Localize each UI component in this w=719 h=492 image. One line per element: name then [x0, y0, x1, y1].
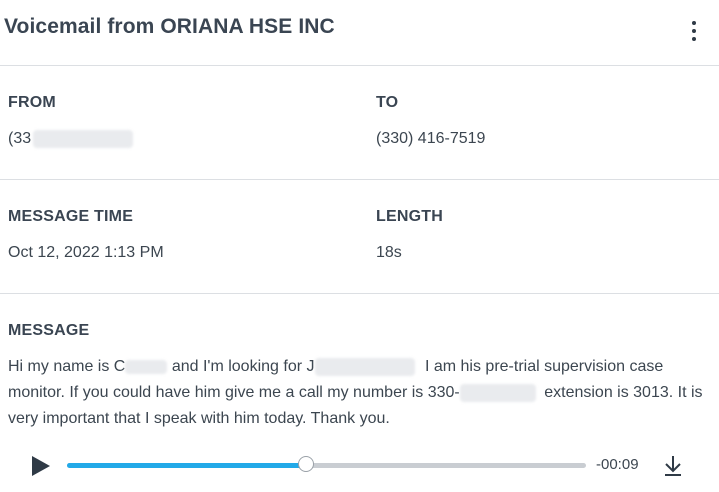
length-label: LENGTH — [376, 208, 443, 225]
message-time-label: MESSAGE TIME — [8, 208, 134, 225]
download-icon[interactable] — [662, 454, 684, 478]
from-to-section: FROM (33 TO (330) 416-7519 — [0, 66, 719, 180]
voicemail-header: Voicemail from ORIANA HSE INC — [0, 0, 719, 66]
page-title: Voicemail from ORIANA HSE INC — [4, 15, 335, 38]
transcript-part-1: Hi my name is C — [8, 358, 126, 375]
transcript-part-2: and I'm looking for J — [171, 358, 315, 375]
play-icon[interactable] — [30, 454, 52, 478]
remaining-time: -00:09 — [596, 456, 639, 473]
message-time-value: Oct 12, 2022 1:13 PM — [8, 244, 164, 261]
redacted-block — [459, 383, 536, 402]
time-length-section: MESSAGE TIME Oct 12, 2022 1:13 PM LENGTH… — [0, 180, 719, 294]
to-value: (330) 416-7519 — [376, 130, 486, 147]
from-label: FROM — [8, 94, 56, 111]
playback-progress-fill — [67, 463, 306, 468]
redacted-block — [33, 130, 134, 148]
playback-progress-bar[interactable] — [67, 456, 586, 472]
message-label: MESSAGE — [8, 322, 90, 339]
to-label: TO — [376, 94, 399, 111]
redacted-block — [314, 357, 415, 376]
from-number-visible: (33 — [8, 130, 32, 148]
audio-player: -00:09 — [0, 448, 719, 488]
more-vertical-icon[interactable] — [686, 18, 702, 44]
message-transcript: Hi my name is C and I'm looking for J I … — [8, 354, 708, 432]
from-value: (33 — [8, 130, 134, 148]
redacted-block — [125, 359, 168, 374]
length-value: 18s — [376, 244, 402, 261]
playback-scrubber-handle[interactable] — [297, 456, 314, 472]
